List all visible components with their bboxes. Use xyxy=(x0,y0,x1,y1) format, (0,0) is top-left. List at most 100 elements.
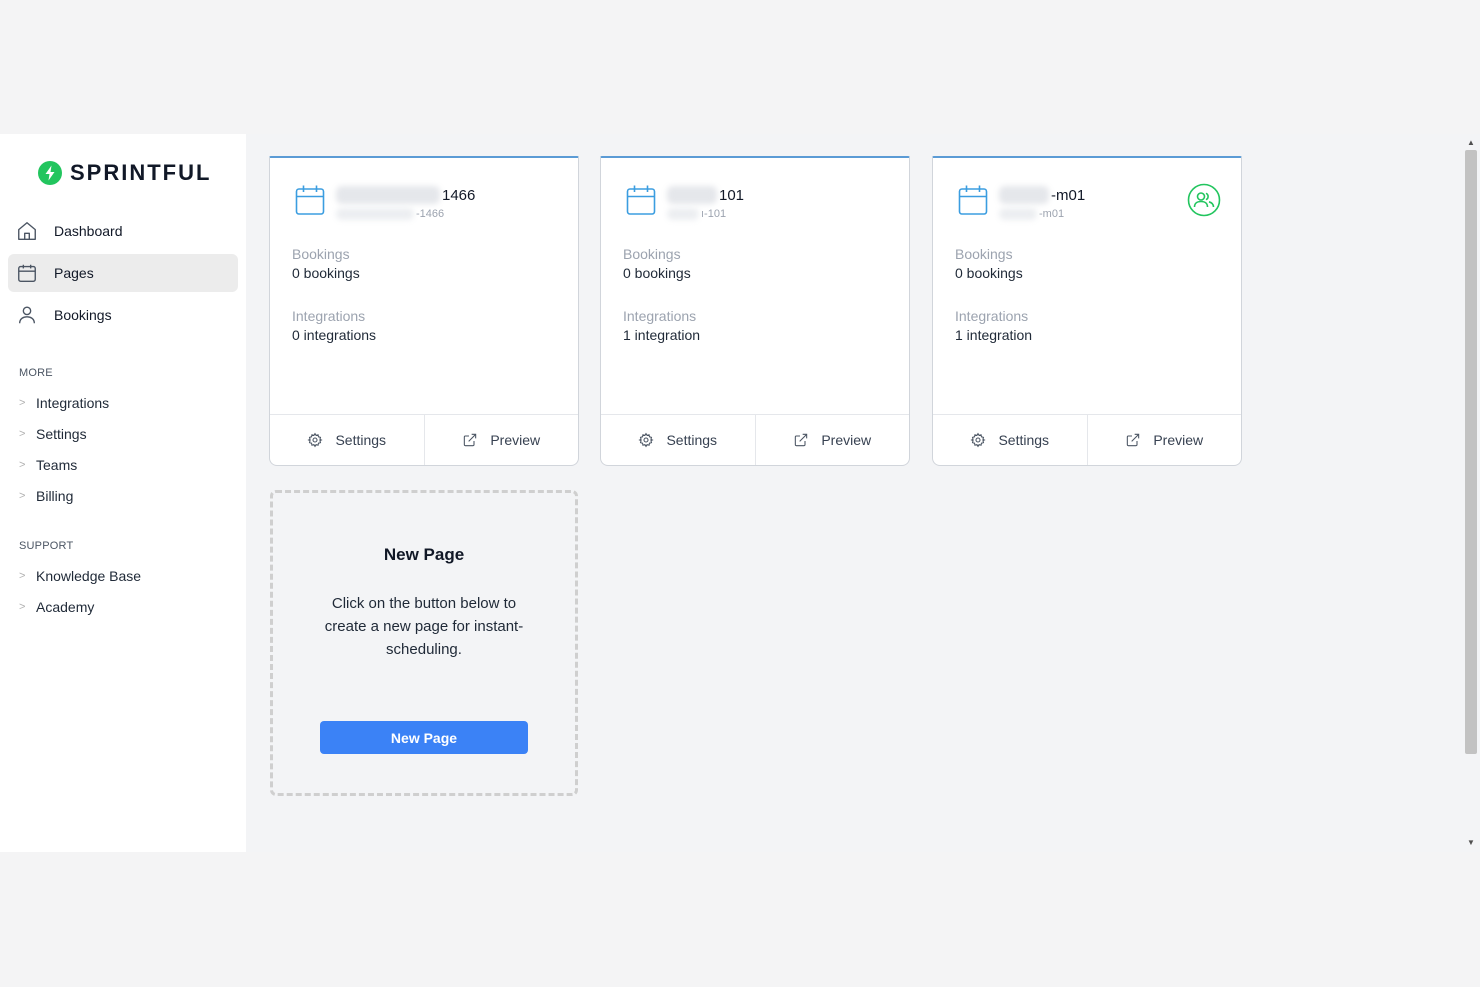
page-title-suffix: -m01 xyxy=(1051,186,1086,204)
page-card[interactable]: 101 ı-101 Bookings 0 bookings Integratio… xyxy=(600,156,910,466)
more-item-settings[interactable]: > Settings xyxy=(19,424,87,444)
preview-label: Preview xyxy=(490,432,541,448)
chevron-right-icon: > xyxy=(19,459,26,471)
new-page-title: New Page xyxy=(383,545,465,564)
brand-name: SPRINTFUL xyxy=(70,160,212,185)
section-title-support: SUPPORT xyxy=(19,540,74,552)
chevron-right-icon: > xyxy=(19,601,26,613)
integrations-value: 0 integrations xyxy=(292,327,377,343)
chevron-right-icon: > xyxy=(19,570,26,582)
redacted-slug xyxy=(667,208,699,220)
scroll-thumb[interactable] xyxy=(1465,150,1477,754)
chevron-right-icon: > xyxy=(19,490,26,502)
nav-label: Dashboard xyxy=(54,223,123,239)
page-title-suffix: 1466 xyxy=(442,186,476,204)
nav-item-bookings[interactable]: Bookings xyxy=(8,296,238,334)
gear-icon xyxy=(307,432,324,448)
settings-button[interactable]: Settings xyxy=(270,415,424,465)
nav-item-pages[interactable]: Pages xyxy=(8,254,238,292)
app-window: SPRINTFUL Dashboard Pages Bookings MORE … xyxy=(0,134,1480,852)
page-card[interactable]: 1466 -1466 Bookings 0 bookings Integrati… xyxy=(269,156,579,466)
integrations-label: Integrations xyxy=(623,308,697,324)
redacted-slug xyxy=(336,208,414,220)
bookings-label: Bookings xyxy=(623,246,681,262)
page-title: -m01 xyxy=(999,186,1085,204)
calendar-icon xyxy=(18,264,36,282)
calendar-icon xyxy=(626,185,656,215)
new-page-card: New Page Click on the button below to cr… xyxy=(270,490,578,796)
sprintful-logo-icon xyxy=(38,161,62,185)
redacted-title xyxy=(336,186,440,204)
card-footer: Settings Preview xyxy=(601,414,909,465)
more-item-label: Settings xyxy=(36,426,87,442)
chevron-right-icon: > xyxy=(19,428,26,440)
page-slug: -1466 xyxy=(336,208,444,220)
settings-button[interactable]: Settings xyxy=(601,415,755,465)
new-page-description: Click on the button below to create a ne… xyxy=(324,595,524,658)
more-item-label: Billing xyxy=(36,488,74,504)
page-slug-suffix: -1466 xyxy=(416,208,445,220)
redacted-title xyxy=(999,186,1049,204)
nav-label: Pages xyxy=(54,265,94,281)
support-item-label: Knowledge Base xyxy=(36,568,142,584)
vertical-scrollbar[interactable]: ▲ ▼ xyxy=(1462,134,1480,852)
bookings-value: 0 bookings xyxy=(292,265,360,281)
external-link-icon xyxy=(1127,433,1140,447)
gear-icon xyxy=(970,432,987,448)
page-slug: -m01 xyxy=(999,208,1064,220)
nav-label: Bookings xyxy=(54,307,112,323)
chevron-right-icon: > xyxy=(19,397,26,409)
settings-label: Settings xyxy=(666,432,718,448)
redacted-slug xyxy=(999,208,1037,220)
page-title: 1466 xyxy=(336,186,475,204)
support-item-academy[interactable]: > Academy xyxy=(19,597,94,617)
integrations-label: Integrations xyxy=(955,308,1029,324)
page-slug-suffix: ı-101 xyxy=(701,208,727,220)
more-item-label: Teams xyxy=(36,457,78,473)
external-link-icon xyxy=(795,433,808,447)
section-title-more: MORE xyxy=(19,367,53,379)
nav-item-dashboard[interactable]: Dashboard xyxy=(8,212,238,250)
preview-label: Preview xyxy=(1153,432,1204,448)
pages-main: 1466 -1466 Bookings 0 bookings Integrati… xyxy=(246,134,1462,852)
scroll-down-arrow-icon[interactable]: ▼ xyxy=(1467,838,1475,847)
integrations-value: 1 integration xyxy=(955,327,1033,343)
bookings-label: Bookings xyxy=(292,246,350,262)
gear-icon xyxy=(638,432,655,448)
integrations-label: Integrations xyxy=(292,308,366,324)
support-item-label: Academy xyxy=(36,599,95,615)
support-item-knowledge-base[interactable]: > Knowledge Base xyxy=(19,566,141,586)
preview-button[interactable]: Preview xyxy=(754,415,910,465)
settings-label: Settings xyxy=(998,432,1050,448)
page-card[interactable]: -m01 -m01 Bookings 0 bookings Integratio… xyxy=(932,156,1242,466)
brand-logo[interactable]: SPRINTFUL xyxy=(38,160,211,186)
team-users-icon xyxy=(1187,183,1221,217)
settings-label: Settings xyxy=(335,432,387,448)
bookings-value: 0 bookings xyxy=(623,265,691,281)
preview-button[interactable]: Preview xyxy=(1086,415,1242,465)
home-icon xyxy=(18,222,36,240)
card-footer: Settings Preview xyxy=(270,414,578,465)
more-item-integrations[interactable]: > Integrations xyxy=(19,393,109,413)
more-item-label: Integrations xyxy=(36,395,110,411)
bookings-label: Bookings xyxy=(955,246,1013,262)
more-item-billing[interactable]: > Billing xyxy=(19,486,73,506)
integrations-value: 1 integration xyxy=(623,327,701,343)
page-slug-suffix: -m01 xyxy=(1039,208,1065,220)
preview-label: Preview xyxy=(821,432,872,448)
calendar-icon xyxy=(958,185,988,215)
redacted-title xyxy=(667,186,717,204)
settings-button[interactable]: Settings xyxy=(933,415,1087,465)
bookings-value: 0 bookings xyxy=(955,265,1023,281)
page-title-suffix: 101 xyxy=(719,186,745,204)
card-footer: Settings Preview xyxy=(933,414,1241,465)
new-page-button[interactable]: New Page xyxy=(320,721,528,754)
sidebar: SPRINTFUL Dashboard Pages Bookings MORE … xyxy=(0,134,246,852)
page-title: 101 xyxy=(667,186,744,204)
page-slug: ı-101 xyxy=(667,208,726,220)
preview-button[interactable]: Preview xyxy=(423,415,579,465)
scroll-up-arrow-icon[interactable]: ▲ xyxy=(1467,138,1475,147)
calendar-icon xyxy=(295,185,325,215)
user-icon xyxy=(18,306,36,324)
more-item-teams[interactable]: > Teams xyxy=(19,455,77,475)
